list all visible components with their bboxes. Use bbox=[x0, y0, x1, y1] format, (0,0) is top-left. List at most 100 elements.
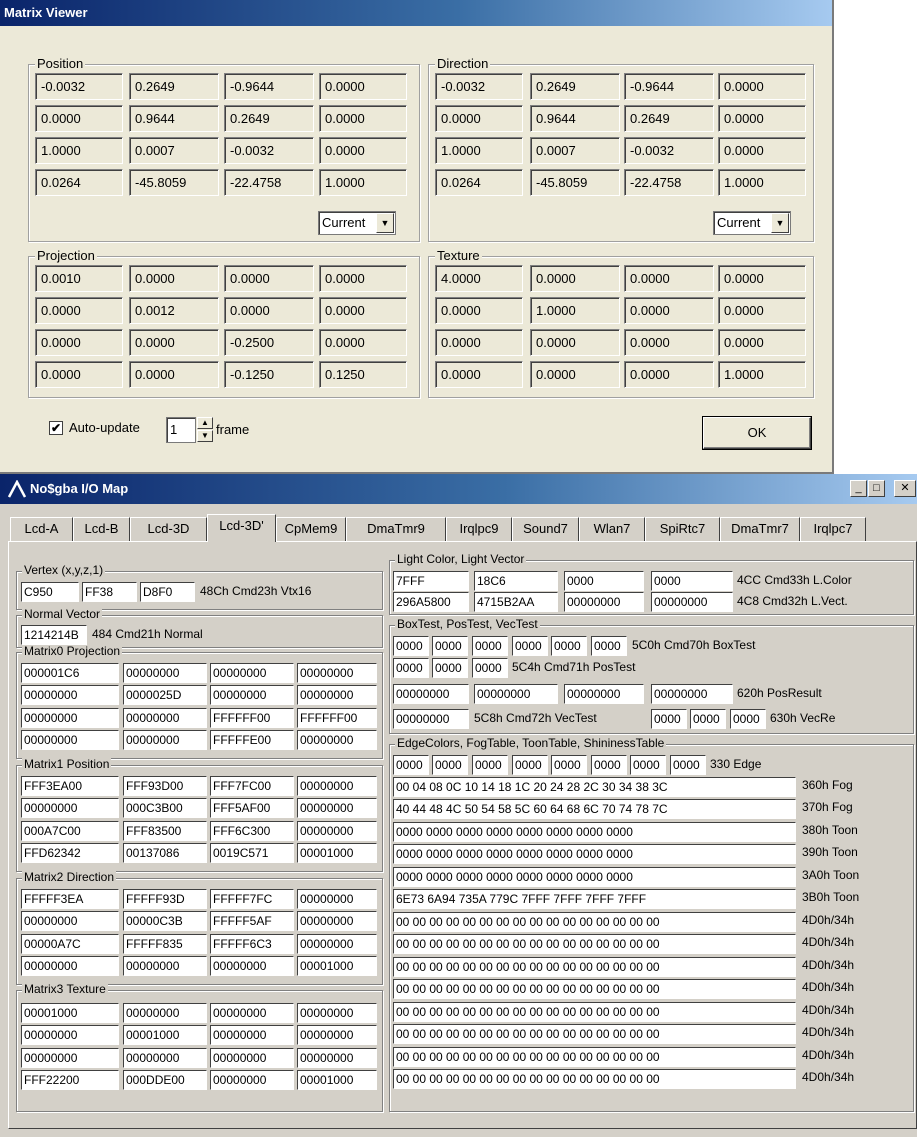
light-color-cell[interactable]: 0000 bbox=[564, 571, 644, 591]
matrix2-cell[interactable]: FFFFF835 bbox=[123, 934, 207, 954]
position-cell[interactable]: -0.0032 bbox=[224, 137, 314, 164]
table-row-value[interactable]: 00 00 00 00 00 00 00 00 00 00 00 00 00 0… bbox=[393, 979, 796, 999]
matrix1-cell[interactable]: FFF7FC00 bbox=[210, 776, 294, 796]
vertex-cell[interactable]: D8F0 bbox=[140, 582, 195, 602]
tab-sound7[interactable]: Sound7 bbox=[512, 517, 579, 541]
matrix0-cell[interactable]: 00000000 bbox=[210, 685, 294, 705]
direction-cell[interactable]: -0.0032 bbox=[435, 73, 523, 100]
vecresult-cell[interactable]: 0000 bbox=[651, 709, 687, 729]
boxtest-cell[interactable]: 0000 bbox=[472, 636, 508, 656]
position-cell[interactable]: 1.0000 bbox=[319, 169, 407, 196]
matrix1-cell[interactable]: FFD62342 bbox=[21, 843, 119, 863]
direction-cell[interactable]: -0.9644 bbox=[624, 73, 714, 100]
ok-button[interactable]: OK bbox=[703, 417, 811, 449]
direction-cell[interactable]: -22.4758 bbox=[624, 169, 714, 196]
edge-cell[interactable]: 0000 bbox=[393, 755, 429, 775]
postest-cell[interactable]: 0000 bbox=[432, 658, 468, 678]
light-vector-cell[interactable]: 00000000 bbox=[564, 592, 644, 612]
light-color-cell[interactable]: 7FFF bbox=[393, 571, 469, 591]
boxtest-cell[interactable]: 0000 bbox=[393, 636, 429, 656]
direction-cell[interactable]: 0.2649 bbox=[624, 105, 714, 132]
matrix3-cell[interactable]: 00001000 bbox=[21, 1003, 119, 1023]
texture-cell[interactable]: 4.0000 bbox=[435, 265, 523, 292]
projection-cell[interactable]: 0.0000 bbox=[129, 265, 219, 292]
projection-cell[interactable]: 0.0000 bbox=[35, 329, 123, 356]
matrix0-cell[interactable]: 000001C6 bbox=[21, 663, 119, 683]
matrix3-cell[interactable]: 00000000 bbox=[297, 1025, 377, 1045]
table-row-value[interactable]: 40 44 48 4C 50 54 58 5C 60 64 68 6C 70 7… bbox=[393, 799, 796, 819]
projection-cell[interactable]: 0.0010 bbox=[35, 265, 123, 292]
matrix3-cell[interactable]: 00000000 bbox=[123, 1003, 207, 1023]
projection-cell[interactable]: 0.0000 bbox=[319, 297, 407, 324]
position-cell[interactable]: 0.0000 bbox=[319, 105, 407, 132]
position-cell[interactable]: -0.9644 bbox=[224, 73, 314, 100]
vecresult-cell[interactable]: 0000 bbox=[730, 709, 766, 729]
position-cell[interactable]: 0.2649 bbox=[129, 73, 219, 100]
matrix1-cell[interactable]: 00137086 bbox=[123, 843, 207, 863]
table-row-value[interactable]: 00 00 00 00 00 00 00 00 00 00 00 00 00 0… bbox=[393, 1047, 796, 1067]
direction-cell[interactable]: 1.0000 bbox=[718, 169, 806, 196]
edge-cell[interactable]: 0000 bbox=[551, 755, 587, 775]
light-vector-cell[interactable]: 4715B2AA bbox=[474, 592, 558, 612]
position-cell[interactable]: 0.0000 bbox=[319, 137, 407, 164]
matrix2-cell[interactable]: FFFFF5AF bbox=[210, 911, 294, 931]
position-cell[interactable]: 0.9644 bbox=[129, 105, 219, 132]
table-row-value[interactable]: 0000 0000 0000 0000 0000 0000 0000 0000 bbox=[393, 844, 796, 864]
projection-cell[interactable]: 0.0000 bbox=[224, 297, 314, 324]
matrix0-cell[interactable]: 00000000 bbox=[297, 730, 377, 750]
matrix2-cell[interactable]: FFFFF6C3 bbox=[210, 934, 294, 954]
matrix2-cell[interactable]: 00000000 bbox=[297, 934, 377, 954]
position-cell[interactable]: 1.0000 bbox=[35, 137, 123, 164]
position-cell[interactable]: 0.0264 bbox=[35, 169, 123, 196]
matrix3-cell[interactable]: 00000000 bbox=[297, 1003, 377, 1023]
spin-down-icon[interactable]: ▼ bbox=[197, 430, 213, 442]
matrix0-cell[interactable]: 00000000 bbox=[297, 663, 377, 683]
edge-cell[interactable]: 0000 bbox=[630, 755, 666, 775]
tab-cpmem9[interactable]: CpMem9 bbox=[276, 517, 346, 541]
light-color-cell[interactable]: 18C6 bbox=[474, 571, 558, 591]
position-cell[interactable]: -45.8059 bbox=[129, 169, 219, 196]
edge-cell[interactable]: 0000 bbox=[472, 755, 508, 775]
texture-cell[interactable]: 0.0000 bbox=[435, 329, 523, 356]
vecresult-cell[interactable]: 0000 bbox=[690, 709, 726, 729]
matrix0-cell[interactable]: 00000000 bbox=[210, 663, 294, 683]
matrix0-cell[interactable]: 00000000 bbox=[297, 685, 377, 705]
matrix3-cell[interactable]: 00000000 bbox=[210, 1003, 294, 1023]
light-color-cell[interactable]: 0000 bbox=[651, 571, 733, 591]
matrix1-cell[interactable]: 00001000 bbox=[297, 843, 377, 863]
direction-cell[interactable]: -45.8059 bbox=[530, 169, 620, 196]
tab-irqlpc7[interactable]: Irqlpc7 bbox=[800, 517, 866, 541]
matrix3-cell[interactable]: 00001000 bbox=[297, 1070, 377, 1090]
projection-cell[interactable]: 0.1250 bbox=[319, 361, 407, 388]
texture-cell[interactable]: 0.0000 bbox=[530, 329, 620, 356]
chevron-down-icon[interactable]: ▼ bbox=[771, 213, 789, 233]
direction-cell[interactable]: 0.0264 bbox=[435, 169, 523, 196]
matrix3-cell[interactable]: 00000000 bbox=[21, 1025, 119, 1045]
boxtest-cell[interactable]: 0000 bbox=[591, 636, 627, 656]
table-row-value[interactable]: 00 00 00 00 00 00 00 00 00 00 00 00 00 0… bbox=[393, 1069, 796, 1089]
matrix3-cell[interactable]: 00000000 bbox=[297, 1048, 377, 1068]
direction-source-select[interactable]: Current ▼ bbox=[713, 211, 791, 235]
projection-cell[interactable]: 0.0000 bbox=[224, 265, 314, 292]
posresult-cell[interactable]: 00000000 bbox=[651, 684, 733, 704]
postest-cell[interactable]: 0000 bbox=[393, 658, 429, 678]
matrix2-cell[interactable]: 00000000 bbox=[21, 956, 119, 976]
direction-cell[interactable]: 1.0000 bbox=[435, 137, 523, 164]
matrix0-cell[interactable]: 00000000 bbox=[123, 730, 207, 750]
projection-cell[interactable]: 0.0000 bbox=[129, 361, 219, 388]
texture-cell[interactable]: 0.0000 bbox=[718, 297, 806, 324]
tab-spirtc7[interactable]: SpiRtc7 bbox=[645, 517, 720, 541]
matrix0-cell[interactable]: 0000025D bbox=[123, 685, 207, 705]
direction-cell[interactable]: 0.0000 bbox=[718, 105, 806, 132]
matrix0-cell[interactable]: FFFFFE00 bbox=[210, 730, 294, 750]
boxtest-cell[interactable]: 0000 bbox=[551, 636, 587, 656]
maximize-button[interactable]: □ bbox=[868, 480, 885, 497]
vertex-cell[interactable]: C950 bbox=[21, 582, 79, 602]
table-row-value[interactable]: 00 04 08 0C 10 14 18 1C 20 24 28 2C 30 3… bbox=[393, 777, 796, 797]
edge-cell[interactable]: 0000 bbox=[432, 755, 468, 775]
texture-cell[interactable]: 0.0000 bbox=[624, 265, 714, 292]
texture-cell[interactable]: 0.0000 bbox=[624, 361, 714, 388]
matrix3-cell[interactable]: 00000000 bbox=[123, 1048, 207, 1068]
tab-dmatmr7[interactable]: DmaTmr7 bbox=[720, 517, 800, 541]
matrix1-cell[interactable]: 000C3B00 bbox=[123, 798, 207, 818]
